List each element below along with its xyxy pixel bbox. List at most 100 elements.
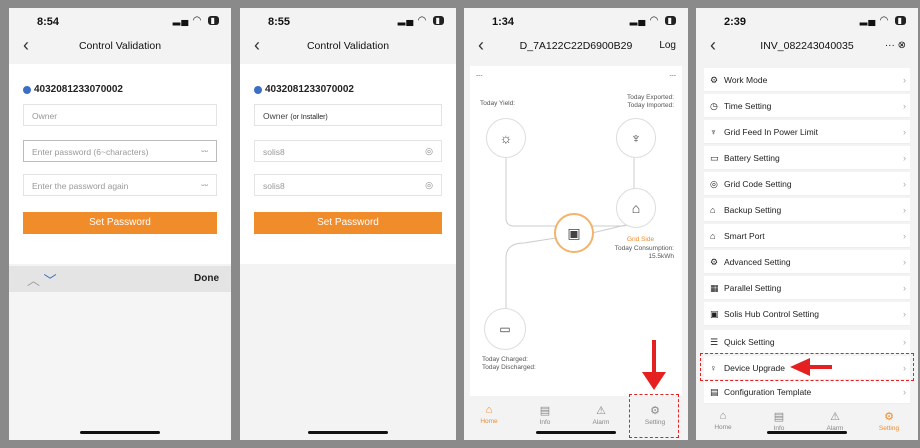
serial-text: 4032081233070002 bbox=[265, 84, 354, 95]
status-time: 8:54 bbox=[37, 16, 60, 28]
menu-item-battery-setting[interactable]: ▭ Battery Setting › bbox=[704, 146, 910, 170]
grid-code-icon: ◎ bbox=[710, 179, 718, 189]
menu-item-advanced-setting[interactable]: ⚙ Advanced Setting › bbox=[704, 250, 910, 274]
menu-item-configuration-template[interactable]: ▤ Configuration Template › bbox=[704, 380, 910, 404]
tab-info-label: Info bbox=[539, 419, 551, 426]
menu-item-backup-setting[interactable]: ⌂ Backup Setting › bbox=[704, 198, 910, 222]
eye-closed-icon[interactable]: ᵕᵕ bbox=[201, 146, 208, 156]
prev-next-arrows-icon[interactable]: ︿ ﹀ bbox=[27, 270, 57, 289]
chevron-right-icon: › bbox=[903, 283, 906, 293]
chevron-right-icon: › bbox=[903, 75, 906, 85]
menu-item-work-mode[interactable]: ⚙ Work Mode › bbox=[704, 68, 910, 92]
eye-icon[interactable]: ◎ bbox=[425, 146, 433, 157]
eye-closed-icon[interactable]: ᵕᵕ bbox=[201, 180, 208, 190]
home-indicator bbox=[767, 431, 847, 434]
set-password-button[interactable]: Set Password bbox=[23, 212, 217, 234]
more-close-icon[interactable]: ··· ⊗ bbox=[885, 40, 906, 51]
keyboard-toolbar: ︿ ﹀ Done bbox=[9, 266, 231, 292]
solar-panel-icon[interactable]: ☼ bbox=[486, 118, 526, 158]
menu-item-parallel-setting[interactable]: ▦ Parallel Setting › bbox=[704, 276, 910, 300]
chevron-right-icon: › bbox=[903, 179, 906, 189]
home-icon: ⌂ bbox=[719, 410, 727, 422]
home-indicator bbox=[536, 431, 616, 434]
menu-item-smart-port[interactable]: ⌂ Smart Port › bbox=[704, 224, 910, 248]
status-time: 8:55 bbox=[268, 16, 291, 28]
chevron-right-icon: › bbox=[903, 387, 906, 397]
smart-port-icon: ⌂ bbox=[710, 231, 716, 241]
chevron-right-icon: › bbox=[903, 309, 906, 319]
tab-setting-label: Setting bbox=[878, 425, 900, 432]
down-arrow-shaft bbox=[652, 340, 656, 376]
tab-home[interactable]: ⌂ Home bbox=[698, 410, 748, 431]
today-imported-label: Today Imported: bbox=[627, 102, 674, 109]
tab-setting[interactable]: ⚙ Setting bbox=[864, 410, 914, 432]
parallel-icon: ▦ bbox=[710, 283, 719, 293]
signal-wifi-battery-icon: ▂▄ ◠ ▮ bbox=[398, 15, 444, 26]
password-placeholder: Enter password (6~characters) bbox=[32, 147, 149, 157]
status-bar: 8:54 ▂▄ ◠ ▮ bbox=[9, 8, 231, 30]
tab-alarm[interactable]: ⚠ Alarm bbox=[576, 404, 626, 426]
chevron-right-icon: › bbox=[903, 101, 906, 111]
menu-item-quick-setting[interactable]: ☰ Quick Setting › bbox=[704, 330, 910, 354]
confirm-password-placeholder: Enter the password again bbox=[32, 181, 129, 191]
today-yield-label: Today Yield: bbox=[480, 100, 516, 107]
down-arrow-icon bbox=[642, 372, 666, 390]
menu-item-grid-feed[interactable]: ♆ Grid Feed In Power Limit › bbox=[704, 120, 910, 144]
tab-info[interactable]: ▤ Info bbox=[754, 410, 804, 432]
chevron-right-icon: › bbox=[903, 257, 906, 267]
password-input[interactable]: solis8 ◎ bbox=[254, 140, 442, 162]
hub-icon: ▣ bbox=[710, 309, 719, 319]
device-serial: 4032081233070002 bbox=[23, 84, 123, 95]
signal-wifi-battery-icon: ▂▄ ◠ ▮ bbox=[860, 15, 906, 26]
page-title: Control Validation bbox=[306, 40, 390, 52]
left-arrow-shaft bbox=[808, 365, 832, 369]
home-load-icon[interactable]: ⌂ bbox=[616, 188, 656, 228]
set-password-button[interactable]: Set Password bbox=[254, 212, 442, 234]
owner-hint: (or Installer) bbox=[290, 114, 328, 121]
home-icon: ⌂ bbox=[485, 404, 493, 416]
info-icon: ▤ bbox=[539, 405, 551, 417]
tab-info[interactable]: ▤ Info bbox=[520, 404, 570, 426]
done-button[interactable]: Done bbox=[194, 273, 219, 284]
owner-field[interactable]: Owner bbox=[23, 104, 217, 126]
today-discharged-label: Today Discharged: bbox=[482, 364, 536, 371]
confirm-password-input[interactable]: Enter the password again ᵕᵕ bbox=[23, 174, 217, 196]
chevron-right-icon: › bbox=[903, 127, 906, 137]
chevron-right-icon: › bbox=[903, 337, 906, 347]
owner-field[interactable]: Owner (or Installer) bbox=[254, 104, 442, 126]
chevron-right-icon: › bbox=[903, 205, 906, 215]
tab-alarm[interactable]: ⚠ Alarm bbox=[810, 410, 860, 432]
menu-label: Parallel Setting bbox=[724, 283, 782, 293]
tab-home[interactable]: ⌂ Home bbox=[464, 404, 514, 425]
phone-screen-1: 8:54 ▂▄ ◠ ▮ ‹ Control Validation 4032081… bbox=[9, 8, 231, 440]
menu-label: Battery Setting bbox=[724, 153, 780, 163]
cog-icon: ⚙ bbox=[710, 257, 719, 267]
info-dot-icon bbox=[254, 85, 262, 94]
backup-home-icon: ⌂ bbox=[710, 205, 716, 215]
status-time: 2:39 bbox=[724, 16, 747, 28]
menu-item-solis-hub[interactable]: ▣ Solis Hub Control Setting › bbox=[704, 302, 910, 326]
inverter-icon[interactable]: ▣ bbox=[554, 213, 594, 253]
alarm-icon: ⚠ bbox=[830, 411, 840, 423]
owner-text: Owner bbox=[263, 111, 289, 121]
menu-item-grid-code[interactable]: ◎ Grid Code Setting › bbox=[704, 172, 910, 196]
password-input[interactable]: Enter password (6~characters) ᵕᵕ bbox=[23, 140, 217, 162]
eye-icon[interactable]: ◎ bbox=[425, 180, 433, 191]
home-indicator bbox=[80, 431, 160, 434]
keyboard-area bbox=[9, 292, 231, 440]
today-charged-label: Today Charged: bbox=[482, 356, 528, 363]
menu-item-time-setting[interactable]: ◷ Time Setting › bbox=[704, 94, 910, 118]
menu-label: Configuration Template bbox=[724, 387, 812, 397]
phone-screen-2: 8:55 ▂▄ ◠ ▮ ‹ Control Validation 4032081… bbox=[240, 8, 456, 440]
grid-tower-icon[interactable]: ♆ bbox=[616, 118, 656, 158]
alarm-icon: ⚠ bbox=[596, 405, 606, 417]
menu-label: Advanced Setting bbox=[724, 257, 791, 267]
confirm-password-value: solis8 bbox=[263, 181, 285, 191]
device-serial: 4032081233070002 bbox=[254, 84, 354, 95]
status-bar: 8:55 ▂▄ ◠ ▮ bbox=[240, 8, 456, 30]
nav-bar: ‹ INV_082243040035 ··· ⊗ bbox=[696, 36, 918, 58]
tab-home-label: Home bbox=[714, 424, 732, 431]
battery-icon[interactable]: ▭ bbox=[484, 308, 526, 350]
grid-side-label: Grid Side bbox=[627, 236, 655, 243]
confirm-password-input[interactable]: solis8 ◎ bbox=[254, 174, 442, 196]
